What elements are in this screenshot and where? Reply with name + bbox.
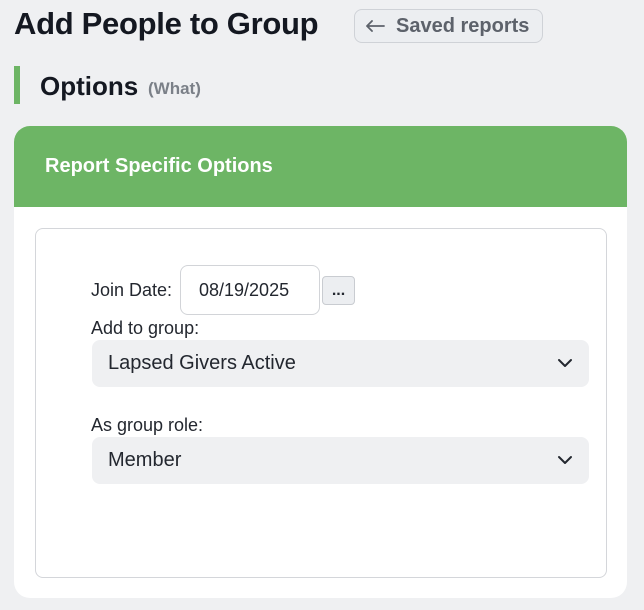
role-select-value: Member <box>108 449 182 471</box>
card-header: Report Specific Options <box>14 126 627 207</box>
options-panel: Join Date: ... Add to group: Lapsed Give… <box>35 228 607 578</box>
card-title: Report Specific Options <box>45 155 273 177</box>
page-title: Add People to Group <box>14 6 319 41</box>
group-select-value: Lapsed Givers Active <box>108 352 296 374</box>
report-options-card: Report Specific Options Join Date: ... A… <box>14 126 627 598</box>
join-date-input[interactable] <box>180 265 320 315</box>
role-select[interactable]: Member <box>92 437 589 484</box>
date-picker-button[interactable]: ... <box>322 276 355 305</box>
chevron-down-icon <box>558 359 572 367</box>
arrow-left-icon <box>366 20 385 32</box>
saved-reports-button[interactable]: Saved reports <box>354 9 543 43</box>
section-title: Options <box>40 71 139 101</box>
group-select[interactable]: Lapsed Givers Active <box>92 340 589 387</box>
chevron-down-icon <box>558 456 572 464</box>
add-to-group-label: Add to group: <box>91 318 200 338</box>
section-accent-bar <box>14 66 20 104</box>
saved-reports-label: Saved reports <box>396 14 530 37</box>
section-subtitle: (What) <box>148 79 201 98</box>
join-date-label: Join Date: <box>91 280 173 300</box>
group-role-label: As group role: <box>91 415 204 435</box>
